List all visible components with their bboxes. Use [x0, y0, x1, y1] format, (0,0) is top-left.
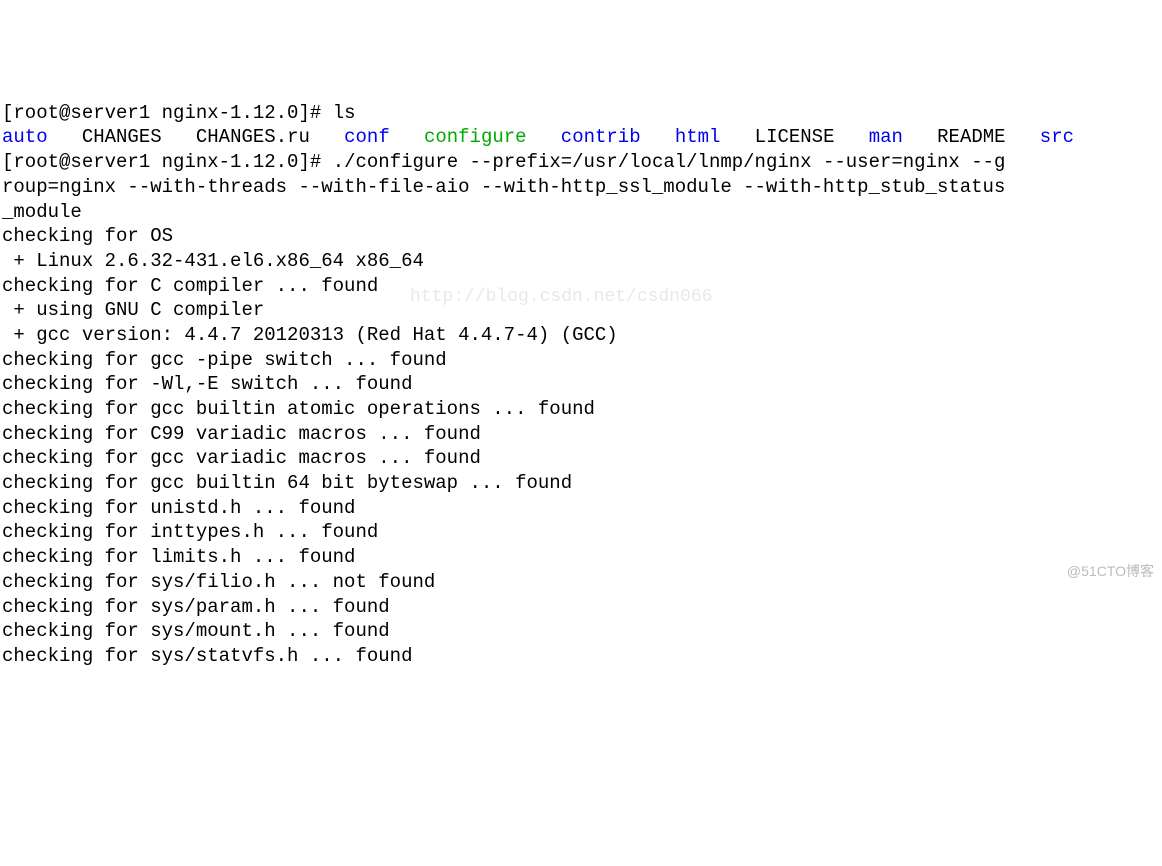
ls-output: auto CHANGES CHANGES.ru conf configure c…	[2, 126, 1074, 148]
output-line: + using GNU C compiler	[2, 299, 264, 321]
exec-configure: configure	[424, 126, 527, 148]
output-line: checking for gcc builtin 64 bit byteswap…	[2, 472, 572, 494]
prompt-line-1: [root@server1 nginx-1.12.0]# ls	[2, 102, 356, 124]
output-line: checking for limits.h ... found	[2, 546, 355, 568]
output-line: checking for sys/param.h ... found	[2, 596, 390, 618]
output-line: + gcc version: 4.4.7 20120313 (Red Hat 4…	[2, 324, 618, 346]
output-line: checking for gcc variadic macros ... fou…	[2, 447, 481, 469]
file-changes: CHANGES	[82, 126, 162, 148]
output-line: checking for -Wl,-E switch ... found	[2, 373, 412, 395]
dir-conf: conf	[344, 126, 390, 148]
output-line: checking for C99 variadic macros ... fou…	[2, 423, 481, 445]
output-line: checking for gcc builtin atomic operatio…	[2, 398, 595, 420]
dir-auto: auto	[2, 126, 48, 148]
output-line: checking for C compiler ... found	[2, 275, 378, 297]
output-line: checking for unistd.h ... found	[2, 497, 355, 519]
terminal-output[interactable]: [root@server1 nginx-1.12.0]# ls auto CHA…	[2, 101, 1160, 669]
dir-contrib: contrib	[561, 126, 641, 148]
command-configure: ./configure --prefix=/usr/local/lnmp/ngi…	[333, 151, 1006, 173]
output-line: checking for OS	[2, 225, 173, 247]
command-configure-cont1: roup=nginx --with-threads --with-file-ai…	[2, 176, 1005, 198]
dir-man: man	[869, 126, 903, 148]
command-configure-cont2: _module	[2, 201, 82, 223]
prompt-line-2: [root@server1 nginx-1.12.0]# ./configure…	[2, 151, 1005, 173]
output-line: checking for sys/mount.h ... found	[2, 620, 390, 642]
command-ls: ls	[333, 102, 356, 124]
output-line: checking for sys/filio.h ... not found	[2, 571, 435, 593]
file-changes-ru: CHANGES.ru	[196, 126, 310, 148]
output-line: + Linux 2.6.32-431.el6.x86_64 x86_64	[2, 250, 424, 272]
file-license: LICENSE	[755, 126, 835, 148]
output-line: checking for gcc -pipe switch ... found	[2, 349, 447, 371]
dir-html: html	[675, 126, 721, 148]
file-readme: README	[937, 126, 1005, 148]
dir-src: src	[1040, 126, 1074, 148]
output-line: checking for inttypes.h ... found	[2, 521, 378, 543]
output-line: checking for sys/statvfs.h ... found	[2, 645, 412, 667]
